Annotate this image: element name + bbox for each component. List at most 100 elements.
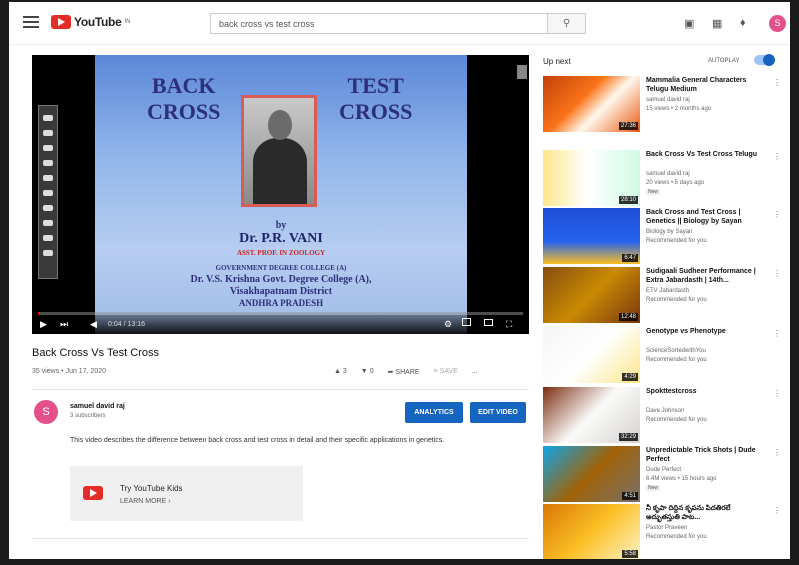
recommended-video[interactable]: 4:51 Unpredictable Trick Shots | Dude Per… bbox=[543, 446, 783, 506]
recommended-video-stats: 20 views • 5 days ago bbox=[646, 180, 705, 186]
recommended-video[interactable]: 12:48 Sudigaali Sudheer Performance | Ext… bbox=[543, 267, 783, 327]
search-button[interactable]: ⚲ bbox=[548, 13, 586, 34]
play-icon[interactable]: ▶ bbox=[40, 319, 47, 330]
search-input[interactable]: back cross vs test cross bbox=[210, 13, 548, 34]
recommended-video[interactable]: 5:58 నీ కృపా దిద్దిన కృపను పిదతిరలే అద్భు… bbox=[543, 504, 783, 559]
slide-by: by bbox=[275, 220, 287, 231]
recommended-video[interactable]: 32:29 Spokttestcross Dave Johnson Recommend… bbox=[543, 387, 783, 447]
up-next-heading: Up next bbox=[543, 57, 571, 66]
share-button[interactable]: ➦ SHARE bbox=[388, 368, 420, 376]
recommended-video-channel[interactable]: Biology by Sayan bbox=[646, 228, 766, 236]
video-thumbnail[interactable]: 27:36 bbox=[543, 76, 640, 132]
recommended-video-title[interactable]: Mammalia General Characters Telugu Mediu… bbox=[646, 76, 766, 94]
video-duration: 32:29 bbox=[618, 433, 638, 441]
dislike-count: 0 bbox=[369, 368, 374, 375]
recommended-video-channel[interactable]: ETV Jabardasth bbox=[646, 287, 766, 295]
save-button[interactable]: ≡ SAVE bbox=[434, 368, 458, 376]
dislike-button[interactable]: ▼ 0 bbox=[361, 368, 374, 376]
more-options-icon[interactable]: ⋮ bbox=[773, 269, 781, 278]
recommended-video-title[interactable]: Sudigaali Sudheer Performance | Extra Ja… bbox=[646, 267, 766, 285]
youtube-kids-promo: Try YouTube Kids LEARN MORE › bbox=[70, 466, 303, 521]
learn-more-link[interactable]: LEARN MORE › bbox=[120, 498, 171, 505]
video-thumbnail[interactable]: 32:29 bbox=[543, 387, 640, 443]
more-actions-button[interactable]: ... bbox=[472, 368, 478, 376]
recommended-video[interactable]: 4:29 Genotype vs Phenotype ScienceSortedwi… bbox=[543, 327, 783, 387]
fullscreen-icon[interactable]: ⛶ bbox=[506, 319, 512, 330]
notifications-bell-icon[interactable]: ♦ bbox=[740, 17, 746, 29]
analytics-button[interactable]: ANALYTICS bbox=[405, 402, 463, 423]
settings-gear-icon[interactable]: ⚙ bbox=[444, 319, 452, 330]
more-options-icon[interactable]: ⋮ bbox=[773, 448, 781, 457]
recommended-video-title[interactable]: Genotype vs Phenotype bbox=[646, 327, 766, 336]
overlay-scroll-handle[interactable] bbox=[517, 65, 527, 79]
more-options-icon[interactable]: ⋮ bbox=[773, 329, 781, 338]
slide-title-right-line2: CROSS bbox=[339, 99, 413, 124]
recommended-video[interactable]: 27:36 Mammalia General Characters Telugu … bbox=[543, 76, 783, 136]
account-avatar[interactable]: S bbox=[769, 15, 786, 32]
video-thumbnail[interactable]: 6:47 bbox=[543, 208, 640, 264]
edit-video-button[interactable]: EDIT VIDEO bbox=[470, 402, 526, 423]
video-duration: 4:51 bbox=[622, 492, 638, 500]
recommended-video-channel[interactable]: Pastor Praveen bbox=[646, 524, 766, 532]
recommended-video[interactable]: 6:47 Back Cross and Test Cross | Genetics… bbox=[543, 208, 783, 268]
recommended-video-title[interactable]: Back Cross Vs Test Cross Telugu bbox=[646, 150, 766, 159]
recommended-video-channel[interactable]: ScienceSortedwithYou bbox=[646, 347, 766, 355]
mendel-portrait bbox=[241, 95, 317, 207]
create-video-icon[interactable]: ▣ bbox=[684, 17, 694, 30]
slide-institution-2: Dr. V.S. Krishna Govt. Degree College (A… bbox=[190, 274, 372, 285]
recommended-video-stats: Recommended for you bbox=[646, 534, 707, 540]
recommended-video-channel[interactable]: samuel david raj bbox=[646, 170, 766, 178]
volume-icon[interactable]: ◀ bbox=[90, 319, 97, 330]
recommended-video-title[interactable]: Spokttestcross bbox=[646, 387, 766, 396]
recommended-video-stats: Recommended for you bbox=[646, 238, 707, 244]
theater-mode-icon[interactable] bbox=[484, 319, 493, 326]
more-options-icon[interactable]: ⋮ bbox=[773, 389, 781, 398]
recommended-video-title[interactable]: Back Cross and Test Cross | Genetics || … bbox=[646, 208, 766, 226]
recommended-video-channel[interactable]: Dude Perfect bbox=[646, 466, 766, 474]
like-count: 3 bbox=[342, 368, 347, 375]
video-thumbnail[interactable]: 4:51 bbox=[543, 446, 640, 502]
logo-region: IN bbox=[124, 19, 131, 25]
slide-institution-4: ANDHRA PRADESH bbox=[238, 298, 324, 308]
video-thumbnail[interactable]: 5:58 bbox=[543, 504, 640, 559]
share-icon: ➦ bbox=[387, 369, 394, 376]
hamburger-menu-icon[interactable] bbox=[23, 16, 39, 28]
pen-toolbar[interactable] bbox=[38, 105, 58, 279]
youtube-logo[interactable]: YouTube IN bbox=[51, 15, 130, 29]
slide-title-right-line1: TEST bbox=[347, 73, 404, 98]
video-thumbnail[interactable]: 4:29 bbox=[543, 327, 640, 383]
progress-bar[interactable] bbox=[38, 312, 523, 315]
like-button[interactable]: ▲ 3 bbox=[334, 368, 347, 376]
logo-text: YouTube bbox=[74, 15, 122, 29]
video-duration: 27:36 bbox=[618, 122, 638, 130]
video-actions: ▲ 3 ▼ 0 ➦ SHARE ≡ SAVE ... bbox=[334, 368, 478, 376]
progress-fill bbox=[38, 312, 41, 315]
more-options-icon[interactable]: ⋮ bbox=[773, 506, 781, 515]
recommended-video-stats: 6.4M views • 15 hours ago bbox=[646, 476, 717, 482]
time-display: 0:04 / 13:16 bbox=[108, 321, 145, 328]
video-frame: BACK CROSS TEST CROSS by Dr. P.R. VANI ASS… bbox=[95, 55, 467, 334]
apps-grid-icon[interactable]: ▦ bbox=[712, 17, 722, 30]
recommended-video-channel[interactable]: Dave Johnson bbox=[646, 407, 766, 415]
video-thumbnail[interactable]: 28:10 bbox=[543, 150, 640, 206]
slide-institution-3: Visakhapatnam District bbox=[229, 286, 333, 297]
channel-avatar[interactable]: S bbox=[34, 400, 58, 424]
more-options-icon[interactable]: ⋮ bbox=[773, 210, 781, 219]
video-duration: 28:10 bbox=[618, 196, 638, 204]
recommended-video-channel[interactable]: samuel david raj bbox=[646, 96, 766, 104]
recommended-video[interactable]: 28:10 Back Cross Vs Test Cross Telugu samu… bbox=[543, 150, 783, 210]
recommended-video-title[interactable]: Unpredictable Trick Shots | Dude Perfect bbox=[646, 446, 766, 464]
more-options-icon[interactable]: ⋮ bbox=[773, 152, 781, 161]
autoplay-toggle[interactable] bbox=[754, 54, 775, 66]
youtube-window: YouTube IN back cross vs test cross ⚲ ▣ … bbox=[9, 2, 790, 559]
video-thumbnail[interactable]: 12:48 bbox=[543, 267, 640, 323]
thumbs-up-icon: ▲ bbox=[334, 368, 341, 375]
next-icon[interactable]: ⏭ bbox=[60, 319, 68, 330]
video-title: Back Cross Vs Test Cross bbox=[32, 347, 159, 359]
recommended-video-title[interactable]: నీ కృపా దిద్దిన కృపను పిదతిరలే అద్భుతస్త… bbox=[646, 504, 766, 522]
more-options-icon[interactable]: ⋮ bbox=[773, 78, 781, 87]
channel-name[interactable]: samuel david raj bbox=[70, 403, 125, 410]
miniplayer-icon[interactable] bbox=[462, 318, 471, 326]
video-player[interactable]: BACK CROSS TEST CROSS by Dr. P.R. VANI ASS… bbox=[32, 55, 529, 334]
top-bar: YouTube IN back cross vs test cross ⚲ ▣ … bbox=[9, 2, 790, 45]
